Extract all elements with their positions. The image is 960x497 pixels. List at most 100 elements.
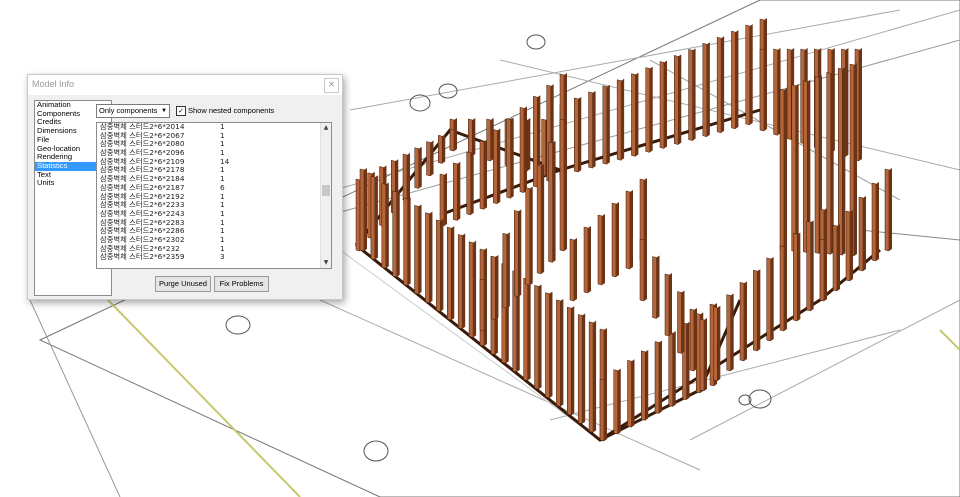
- stud: [616, 79, 622, 161]
- stud-side: [735, 30, 739, 129]
- stud-side: [588, 226, 591, 293]
- stud-side: [582, 313, 586, 424]
- statistics-rows: 삼중벽체 스터드2*6*2014 1 삼중벽체 스터드2*6*2067 1 삼중벽체 스…: [97, 123, 331, 262]
- stud-side: [704, 318, 707, 391]
- stud-side: [418, 204, 422, 295]
- stud: [534, 285, 539, 390]
- stud-side: [635, 72, 639, 157]
- stud: [447, 226, 452, 321]
- stud: [845, 210, 851, 282]
- stud-side: [429, 211, 433, 303]
- stud-side: [859, 48, 862, 161]
- stud: [533, 95, 538, 188]
- stud: [819, 238, 825, 302]
- dialog-titlebar[interactable]: Model Info ×: [28, 75, 342, 95]
- stud: [514, 210, 519, 298]
- stud-side: [374, 175, 378, 260]
- stud: [453, 162, 458, 221]
- scroll-thumb[interactable]: [322, 185, 330, 196]
- scroll-down-icon[interactable]: ▼: [321, 258, 331, 268]
- stud: [689, 308, 695, 372]
- stud: [668, 331, 673, 407]
- stud-side: [454, 128, 457, 151]
- stud: [688, 49, 693, 141]
- stud-side: [495, 255, 499, 320]
- stud-side: [784, 244, 787, 331]
- stud: [506, 118, 511, 199]
- stud: [414, 205, 419, 295]
- stud: [806, 220, 811, 312]
- stud-side: [889, 168, 892, 251]
- stud: [536, 164, 542, 275]
- stud: [739, 282, 745, 362]
- stud: [753, 269, 758, 352]
- stud: [414, 147, 419, 189]
- stud-side: [527, 118, 531, 171]
- stud-side: [451, 226, 455, 321]
- scroll-up-icon[interactable]: ▲: [321, 123, 331, 133]
- stud: [359, 168, 365, 252]
- stud: [631, 73, 636, 157]
- stud-side: [604, 378, 607, 441]
- stud-side: [538, 284, 542, 390]
- purge-unused-button[interactable]: Purge Unused: [155, 276, 211, 292]
- stud: [466, 151, 471, 216]
- stud: [654, 341, 660, 414]
- stud-side: [524, 106, 527, 193]
- stud: [425, 212, 430, 304]
- checkmark-icon: ✓: [178, 107, 184, 115]
- stud-side: [757, 269, 761, 351]
- stud-side: [430, 140, 434, 176]
- stud-side: [418, 146, 422, 189]
- stud-side: [442, 134, 446, 164]
- show-nested-label: Show nested components: [188, 106, 275, 115]
- stud-side: [510, 117, 514, 199]
- stud: [793, 233, 798, 322]
- stud: [884, 168, 890, 252]
- stud-side: [630, 190, 633, 269]
- stud-side: [529, 186, 533, 286]
- stud-side: [444, 173, 447, 226]
- stud-side: [784, 88, 787, 251]
- stud: [597, 214, 603, 286]
- stud-side: [659, 340, 662, 414]
- stud-side: [795, 83, 799, 252]
- stud: [786, 48, 792, 140]
- component-filter-select[interactable]: Only components ▼: [96, 104, 170, 118]
- stud-side: [717, 305, 721, 381]
- table-row[interactable]: 삼중벽체 스터드2*6*2359 3: [97, 253, 331, 262]
- fix-problems-button[interactable]: Fix Problems: [214, 276, 269, 292]
- stud: [519, 107, 525, 193]
- stud-side: [506, 232, 510, 309]
- stud-side: [407, 153, 410, 201]
- stud-side: [593, 320, 597, 433]
- stud-side: [686, 321, 690, 400]
- stud-side: [730, 293, 734, 371]
- statistics-list[interactable]: 삼중벽체 스터드2*6*2014 1 삼중벽체 스터드2*6*2067 1 삼중벽체 스…: [96, 122, 332, 269]
- close-button[interactable]: ×: [324, 78, 339, 93]
- stud: [826, 72, 831, 255]
- stud: [699, 318, 705, 392]
- show-nested-checkbox[interactable]: ✓: [176, 106, 186, 116]
- component-count: 3: [220, 252, 225, 262]
- stud-side: [744, 281, 747, 361]
- stud: [468, 118, 473, 157]
- stud-side: [706, 42, 710, 137]
- stud: [392, 190, 397, 278]
- stud: [525, 187, 530, 286]
- stud-side: [850, 210, 853, 281]
- stud: [627, 359, 632, 428]
- stud-side: [810, 220, 814, 311]
- stud: [645, 67, 650, 153]
- stud: [355, 178, 361, 252]
- stud: [659, 61, 665, 149]
- stud: [731, 30, 736, 130]
- stud: [567, 306, 572, 416]
- stud-side: [407, 197, 411, 286]
- stud: [641, 350, 646, 421]
- stud-side: [564, 118, 567, 251]
- stud: [468, 241, 474, 338]
- statistics-scrollbar[interactable]: ▲ ▼: [320, 123, 331, 268]
- stud-side: [770, 256, 774, 341]
- stud: [602, 85, 608, 165]
